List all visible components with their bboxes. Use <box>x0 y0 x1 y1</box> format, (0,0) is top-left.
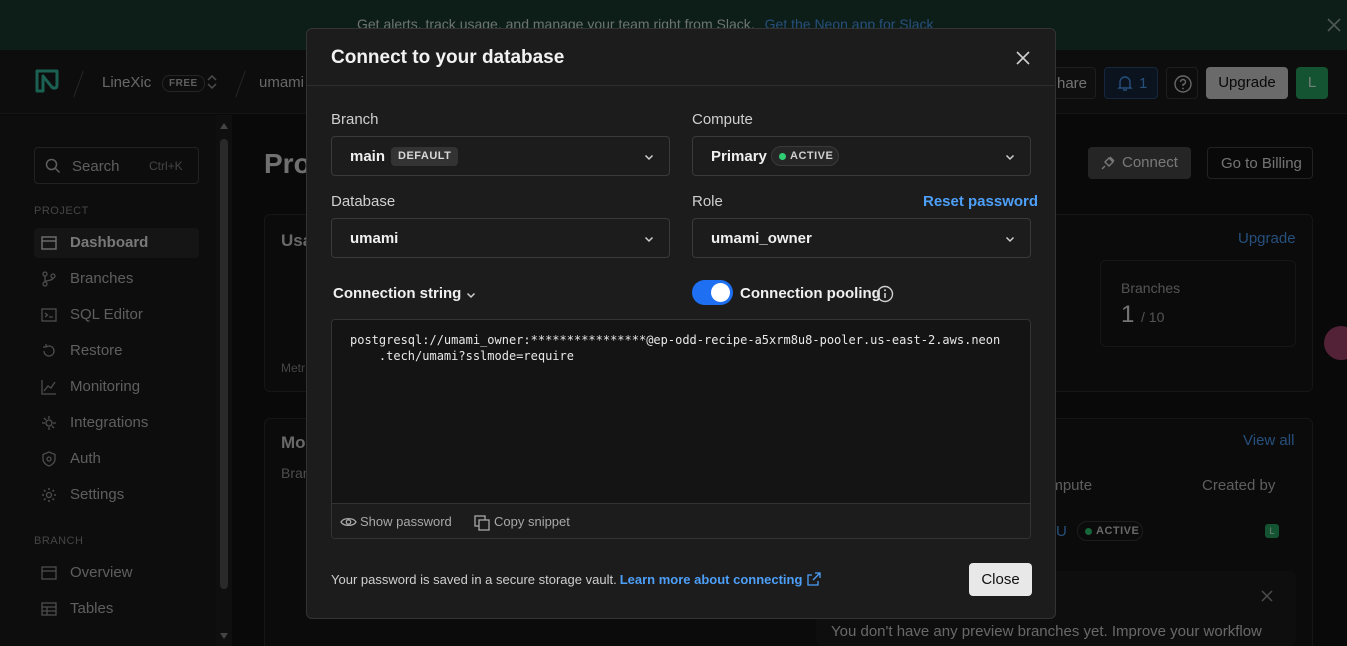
modal-title: Connect to your database <box>331 47 565 68</box>
compute-select[interactable]: Primary ACTIVE <box>692 136 1031 176</box>
close-button[interactable]: Close <box>969 563 1032 596</box>
default-badge: DEFAULT <box>391 147 459 166</box>
compute-label: Compute <box>692 111 753 128</box>
branch-label: Branch <box>331 111 379 128</box>
connection-pooling-label: Connection pooling <box>740 285 881 302</box>
role-value: umami_owner <box>711 230 812 247</box>
role-select[interactable]: umami_owner <box>692 218 1031 258</box>
connection-string-dropdown[interactable]: Connection string <box>333 285 461 302</box>
role-label: Role <box>692 193 723 210</box>
code-footer: Show password Copy snippet <box>332 503 1030 538</box>
database-label: Database <box>331 193 396 210</box>
eye-icon <box>340 517 357 527</box>
connect-modal: Connect to your database Branch main DEF… <box>306 28 1056 619</box>
connection-pooling-toggle[interactable] <box>692 280 733 305</box>
compute-status-badge: ACTIVE <box>771 146 839 166</box>
external-link-icon[interactable] <box>807 572 822 586</box>
branch-value: main <box>350 148 386 165</box>
reset-password-link[interactable]: Reset password <box>923 193 1038 210</box>
compute-value: Primary <box>711 148 767 165</box>
toggle-knob <box>711 283 730 302</box>
database-select[interactable]: umami <box>331 218 670 258</box>
database-value: umami <box>350 230 399 247</box>
info-icon[interactable] <box>876 285 894 303</box>
vault-note: Your password is saved in a secure stora… <box>331 572 822 587</box>
chevron-down-icon[interactable] <box>465 289 477 301</box>
copy-icon <box>474 515 490 531</box>
chevron-down-icon <box>1005 236 1015 243</box>
branch-select[interactable]: main DEFAULT <box>331 136 670 176</box>
close-icon[interactable] <box>1013 48 1033 68</box>
chevron-down-icon <box>644 236 654 243</box>
divider <box>307 85 1055 86</box>
connection-string-text[interactable]: postgresql://umami_owner:***************… <box>350 332 1018 364</box>
vault-message: Your password is saved in a secure stora… <box>331 572 617 587</box>
chevron-down-icon <box>644 154 654 161</box>
chevron-down-icon <box>1005 154 1015 161</box>
connection-string-box[interactable]: postgresql://umami_owner:***************… <box>331 319 1031 539</box>
learn-more-link[interactable]: Learn more about connecting <box>620 572 803 587</box>
status-dot <box>779 153 786 160</box>
